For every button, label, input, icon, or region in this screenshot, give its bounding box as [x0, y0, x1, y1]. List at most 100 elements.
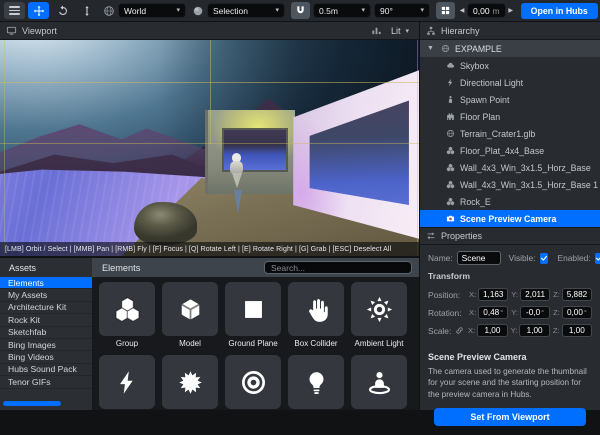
rotation-y-field[interactable]: -0,0°	[520, 306, 550, 319]
element-tile-box-collider[interactable]: Box Collider	[288, 282, 344, 348]
sidebar-item-elements[interactable]: Elements	[0, 277, 92, 289]
properties-header: Properties	[420, 227, 600, 245]
tree-node-directional-light[interactable]: Directional Light	[420, 74, 600, 91]
increment-arrow-icon[interactable]: ▶	[507, 7, 515, 14]
tile-label: Group	[116, 339, 138, 348]
position-z-field[interactable]: 5,882	[562, 288, 592, 301]
tree-node-label: Floor Plan	[460, 112, 500, 122]
decrement-arrow-icon[interactable]: ◀	[458, 7, 466, 14]
position-x-field[interactable]: 1,163	[478, 288, 508, 301]
degree-suffix: °	[584, 308, 587, 317]
element-tile-partial-2[interactable]	[162, 355, 218, 409]
sidebar-item-tenor-gifs[interactable]: Tenor GIFs	[0, 376, 92, 388]
properties-body: Name: Visible: Enabled: Transform Positi…	[420, 245, 600, 342]
hierarchy-tree: ▼ EXPAMPLE Skybox Directional Light Spaw…	[420, 40, 600, 227]
tree-node-floor-plan[interactable]: Floor Plan	[420, 108, 600, 125]
snap-rotate-select[interactable]: 90°▾	[374, 3, 430, 18]
rotate-tool-button[interactable]	[52, 2, 73, 19]
sidebar-item-rock-kit[interactable]: Rock Kit	[0, 314, 92, 326]
spawn-marker-cone	[234, 190, 242, 214]
source-label: Elements	[8, 278, 44, 288]
sources-scrollbar-thumb[interactable]	[3, 401, 61, 406]
visible-checkbox[interactable]	[540, 253, 548, 264]
element-tile-group[interactable]: Group	[99, 282, 155, 348]
element-tile-partial-3[interactable]	[225, 355, 281, 409]
element-tile-model[interactable]: Model	[162, 282, 218, 348]
hamburger-icon	[9, 6, 20, 15]
name-input[interactable]	[457, 251, 501, 265]
tab-assets[interactable]: Assets	[0, 258, 92, 277]
person-icon	[446, 95, 455, 104]
scale-icon	[81, 5, 93, 17]
assets-panel-title-text: Elements	[102, 263, 140, 273]
tree-node-skybox[interactable]: Skybox	[420, 57, 600, 74]
transform-section-title: Transform	[428, 271, 592, 281]
link-icon[interactable]	[455, 326, 464, 335]
tree-node-label: EXPAMPLE	[455, 44, 502, 54]
elements-grid: Group Model Ground Plane Box Collider Am…	[92, 277, 419, 410]
tree-node-rock-e[interactable]: Rock_E	[420, 193, 600, 210]
grid-icon	[440, 5, 451, 16]
viewport-help-bar: [LMB] Orbit / Select | [MMB] Pan | [RMB]…	[0, 242, 419, 256]
rotation-z-field[interactable]: 0,00°	[562, 306, 592, 319]
tree-node-root[interactable]: ▼ EXPAMPLE	[420, 40, 600, 57]
caret-down-icon[interactable]: ▼	[427, 45, 436, 52]
axis-z-label: Z:	[553, 290, 560, 299]
tree-node-terrain[interactable]: Terrain_Crater1.glb	[420, 125, 600, 142]
pivot-sphere-icon	[192, 5, 204, 17]
tile-label: Ambient Light	[355, 339, 404, 348]
sidebar-item-hubs-sound-pack[interactable]: Hubs Sound Pack	[0, 364, 92, 376]
open-in-hubs-button[interactable]: Open in Hubs	[521, 3, 598, 19]
chevron-down-icon: ▾	[176, 7, 180, 14]
viewport-3d-canvas[interactable]: [LMB] Orbit / Select | [MMB] Pan | [RMB]…	[0, 40, 419, 256]
enabled-checkbox[interactable]	[595, 253, 600, 264]
target-icon	[240, 369, 267, 396]
tree-node-wall-2[interactable]: Wall_4x3_Win_3x1.5_Horz_Base 1	[420, 176, 600, 193]
set-from-viewport-button[interactable]: Set From Viewport	[434, 408, 586, 426]
blocks-icon	[446, 163, 455, 172]
element-tile-partial-1[interactable]	[99, 355, 155, 409]
axis-y-label: Y:	[511, 326, 518, 335]
grid-visibility-button[interactable]	[436, 2, 455, 19]
enabled-label: Enabled:	[558, 253, 591, 263]
menu-button[interactable]	[4, 2, 25, 19]
tree-node-label: Terrain_Crater1.glb	[460, 129, 535, 139]
viewport-help-text: [LMB] Orbit / Select | [MMB] Pan | [RMB]…	[5, 246, 391, 253]
translate-tool-button[interactable]	[28, 2, 49, 19]
element-tile-ambient-light[interactable]: Ambient Light	[351, 282, 407, 348]
snap-translate-select[interactable]: 0.5m▾	[313, 3, 371, 18]
render-mode-select[interactable]: Lit ▾	[387, 26, 413, 36]
rotation-x-field[interactable]: 0,48°	[478, 306, 508, 319]
sidebar-item-sketchfab[interactable]: Sketchfab	[0, 327, 92, 339]
snap-rotate-value: 90°	[380, 6, 415, 16]
stats-icon[interactable]	[371, 25, 382, 36]
axis-x-label: X:	[469, 308, 476, 317]
visible-label: Visible:	[509, 253, 536, 263]
sidebar-item-bing-videos[interactable]: Bing Videos	[0, 351, 92, 363]
sidebar-item-my-assets[interactable]: My Assets	[0, 289, 92, 301]
tree-node-spawn-point[interactable]: Spawn Point	[420, 91, 600, 108]
element-tile-partial-5[interactable]	[351, 355, 407, 409]
scale-tool-button[interactable]	[76, 2, 97, 19]
scale-y-field[interactable]: 1,00	[519, 324, 549, 337]
transform-pivot-select[interactable]: Selection▾	[207, 3, 285, 18]
sidebar-item-architecture-kit[interactable]: Architecture Kit	[0, 302, 92, 314]
grid-height-field[interactable]: 0,00 m	[467, 3, 506, 18]
tree-node-floor-plat[interactable]: Floor_Plat_4x4_Base	[420, 142, 600, 159]
camera-helper-line	[417, 40, 418, 256]
tree-node-scene-preview-camera[interactable]: Scene Preview Camera	[420, 210, 600, 227]
position-y-field[interactable]: 2,011	[520, 288, 550, 301]
search-input[interactable]	[264, 261, 412, 274]
tree-icon	[426, 26, 436, 36]
element-tile-ground-plane[interactable]: Ground Plane	[225, 282, 281, 348]
camera-icon	[446, 214, 455, 223]
sidebar-item-bing-images[interactable]: Bing Images	[0, 339, 92, 351]
tree-node-wall-1[interactable]: Wall_4x3_Win_3x1.5_Horz_Base	[420, 159, 600, 176]
element-tile-partial-4[interactable]	[288, 355, 344, 409]
scale-x-field[interactable]: 1,00	[477, 324, 507, 337]
transform-space-select[interactable]: World▾	[118, 3, 186, 18]
scale-z-field[interactable]: 1,00	[562, 324, 592, 337]
cloud-icon	[446, 61, 455, 70]
properties-title: Properties	[441, 231, 482, 241]
snap-toggle-button[interactable]	[291, 2, 310, 19]
